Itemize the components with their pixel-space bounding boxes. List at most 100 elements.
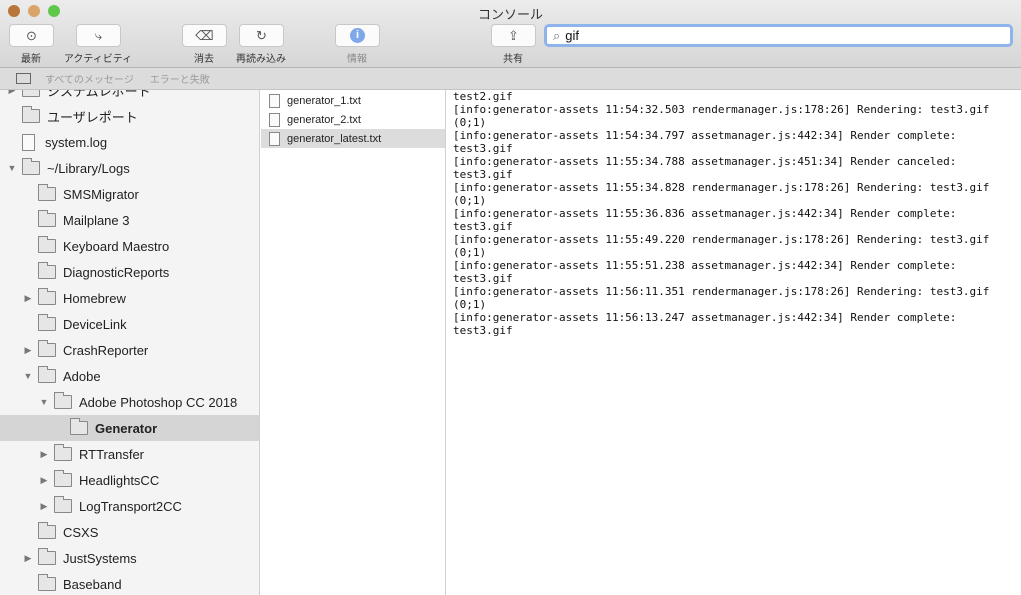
sidebar-item[interactable]: Mailplane 3 <box>0 207 259 233</box>
folder-icon <box>38 340 56 357</box>
sidebar-item[interactable]: ▶ JustSystems <box>0 545 259 571</box>
sidebar-item[interactable]: ▶ LogTransport2CC <box>0 493 259 519</box>
folder-icon <box>54 470 72 487</box>
sidebar-item-label: Adobe Photoshop CC 2018 <box>79 394 238 410</box>
sidebar-item[interactable]: Baseband <box>0 571 259 595</box>
folder-icon <box>22 90 40 97</box>
filter-all-messages[interactable]: すべてのメッセージ <box>45 71 134 86</box>
document-icon <box>269 131 280 146</box>
cursor-icon: ⊙ <box>26 27 37 43</box>
info-icon: i <box>350 28 365 43</box>
file-label: generator_2.txt <box>287 113 361 126</box>
log-content: test2.gif [info:generator-assets 11:54:3… <box>453 90 990 337</box>
search-value: gif <box>565 28 580 43</box>
disclosure-triangle-icon[interactable]: ▼ <box>22 371 34 381</box>
sidebar-item[interactable]: ▶ CrashReporter <box>0 337 259 363</box>
sidebar-item[interactable]: CSXS <box>0 519 259 545</box>
filter-errors[interactable]: エラーと失敗 <box>150 71 210 86</box>
sidebar-item-label: CrashReporter <box>63 342 149 358</box>
folder-icon <box>22 158 40 175</box>
share-button[interactable]: ⇪ <box>491 24 536 47</box>
search-icon: ⌕ <box>553 27 561 43</box>
window-title: コンソール <box>477 7 543 22</box>
file-item[interactable]: generator_2.txt <box>261 110 445 129</box>
file-list: generator_1.txt generator_2.txt generator_… <box>261 90 446 595</box>
sidebar-item[interactable]: ▼ Adobe <box>0 363 259 389</box>
folder-icon <box>38 574 56 591</box>
activity-icon: ⤷ <box>94 27 103 43</box>
folder-icon <box>22 106 40 123</box>
sidebar-item-label: Generator <box>95 420 158 436</box>
sidebar-item-label: RTTransfer <box>79 446 145 462</box>
folder-icon <box>70 418 88 435</box>
folder-icon <box>38 548 56 565</box>
search-field[interactable]: ⌕ gif <box>544 24 1013 47</box>
disclosure-triangle-icon[interactable]: ▶ <box>38 501 50 512</box>
sidebar: ▶ システムレポートユーザレポート system.log ▼ ~/Library/Log… <box>0 90 260 595</box>
disclosure-triangle-icon[interactable]: ▼ <box>6 163 18 173</box>
sidebar-item[interactable]: Generator <box>0 415 259 441</box>
sidebar-item[interactable]: DeviceLink <box>0 311 259 337</box>
sidebar-item-label: Baseband <box>63 576 122 592</box>
sidebar-item-label: CSXS <box>63 524 99 540</box>
sidebar-item[interactable]: ▶ Homebrew <box>0 285 259 311</box>
sidebar-item-label: JustSystems <box>63 550 137 566</box>
disclosure-triangle-icon[interactable]: ▶ <box>22 553 34 564</box>
reload-button[interactable]: ↻ <box>239 24 284 47</box>
sidebar-item-label: Keyboard Maestro <box>63 238 170 254</box>
sidebar-item[interactable]: ▼ Adobe Photoshop CC 2018 <box>0 389 259 415</box>
sidebar-item[interactable]: ▼ ~/Library/Logs <box>0 155 259 181</box>
activity-label: アクティビティ <box>63 54 133 65</box>
document-icon <box>269 112 280 127</box>
folder-icon <box>54 444 72 461</box>
folder-icon <box>54 496 72 513</box>
sidebar-item-label: システムレポート <box>47 90 151 99</box>
now-button[interactable]: ⊙ <box>9 24 54 47</box>
sidebar-item[interactable]: ▶ システムレポート <box>0 90 259 103</box>
sidebar-item-label: Adobe <box>63 368 101 384</box>
info-button[interactable]: i <box>335 24 380 47</box>
sidebar-item-label: system.log <box>45 134 108 150</box>
sidebar-item[interactable]: ▶ RTTransfer <box>0 441 259 467</box>
file-item[interactable]: generator_1.txt <box>261 91 445 110</box>
disclosure-triangle-icon[interactable]: ▶ <box>22 345 34 356</box>
toolbar: コンソール ⊙ 最新 ⤷ アクティビティ ⌫ 消去 ↻ 再読み込み i 情報 ⇪… <box>0 0 1021 68</box>
share-label: 共有 <box>503 54 523 65</box>
sidebar-item-label: ユーザレポート <box>47 109 138 125</box>
sidebar-item[interactable]: ▶ HeadlightsCC <box>0 467 259 493</box>
document-icon <box>269 93 280 108</box>
sidebar-item[interactable]: system.log <box>0 129 259 155</box>
file-label: generator_1.txt <box>287 94 361 107</box>
disclosure-triangle-icon[interactable]: ▶ <box>6 90 18 96</box>
sidebar-item-label: Mailplane 3 <box>63 212 130 228</box>
disclosure-triangle-icon[interactable]: ▶ <box>38 449 50 460</box>
folder-icon <box>38 522 56 539</box>
info-label: 情報 <box>347 54 367 65</box>
sidebar-toggle-icon[interactable] <box>16 73 31 84</box>
folder-icon <box>38 262 56 279</box>
document-icon <box>22 133 35 151</box>
sidebar-item[interactable]: Keyboard Maestro <box>0 233 259 259</box>
file-label: generator_latest.txt <box>287 132 382 145</box>
reload-label: 再読み込み <box>236 54 286 65</box>
disclosure-triangle-icon[interactable]: ▶ <box>38 475 50 486</box>
folder-icon <box>38 210 56 227</box>
sidebar-item-label: LogTransport2CC <box>79 498 182 514</box>
folder-icon <box>54 392 72 409</box>
activity-button[interactable]: ⤷ <box>76 24 121 47</box>
sidebar-item-label: HeadlightsCC <box>79 472 160 488</box>
folder-icon <box>38 314 56 331</box>
clear-icon: ⌫ <box>195 27 214 43</box>
sidebar-item[interactable]: ユーザレポート <box>0 103 259 129</box>
folder-icon <box>38 184 56 201</box>
folder-icon <box>38 366 56 383</box>
sidebar-item-label: DiagnosticReports <box>63 264 170 280</box>
sidebar-item[interactable]: SMSMigrator <box>0 181 259 207</box>
disclosure-triangle-icon[interactable]: ▼ <box>38 397 50 407</box>
clear-button[interactable]: ⌫ <box>182 24 227 47</box>
file-item[interactable]: generator_latest.txt <box>261 129 445 148</box>
filter-bar: すべてのメッセージ エラーと失敗 <box>0 68 1021 90</box>
sidebar-item-label: Homebrew <box>63 290 126 306</box>
sidebar-item[interactable]: DiagnosticReports <box>0 259 259 285</box>
disclosure-triangle-icon[interactable]: ▶ <box>22 293 34 304</box>
